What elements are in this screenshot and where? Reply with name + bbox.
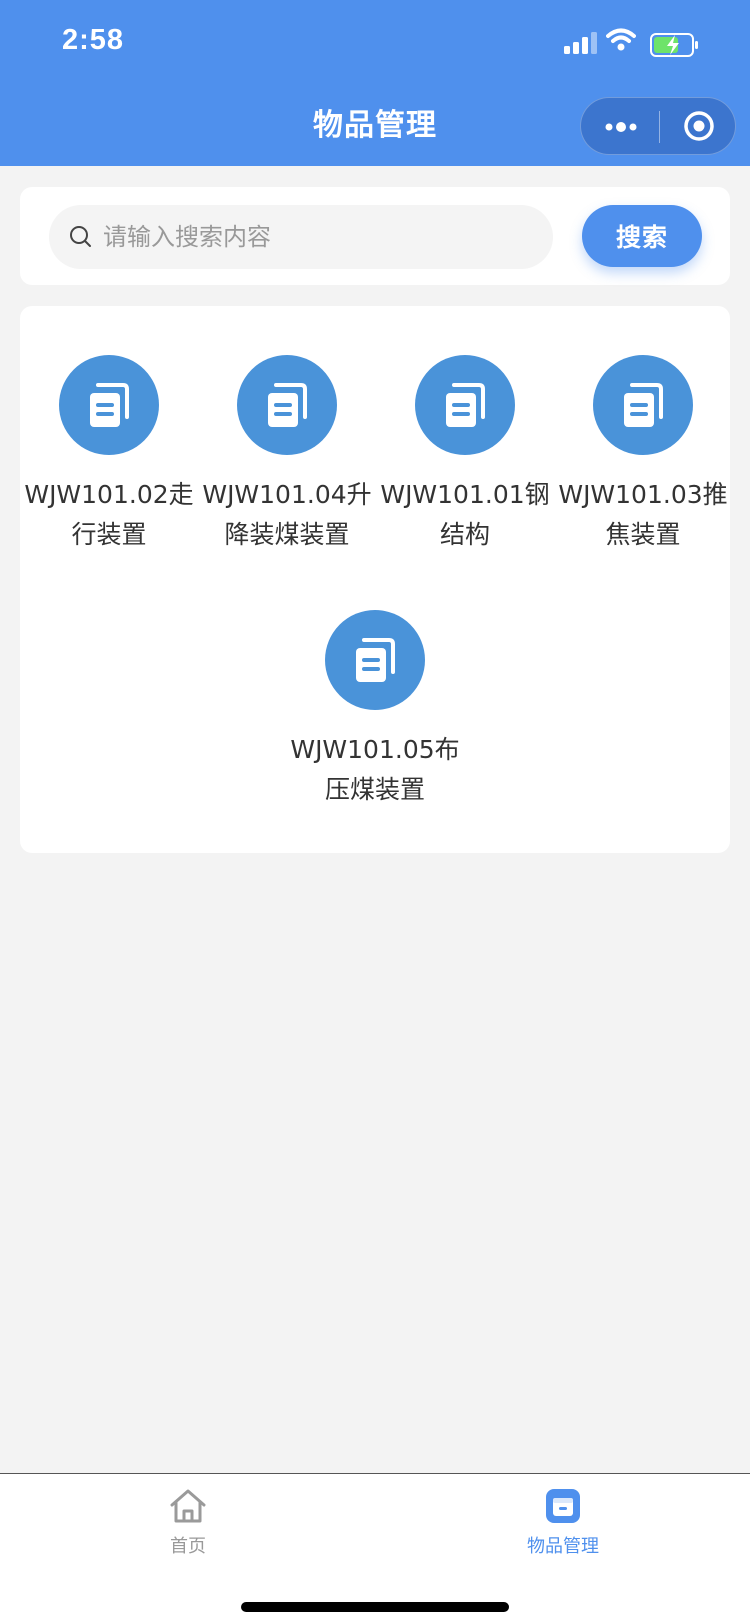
document-icon (325, 610, 425, 710)
item-tile[interactable]: WJW101.03推焦装置 (554, 355, 732, 555)
search-box (49, 205, 553, 269)
item-label: WJW101.02走行装置 (24, 480, 194, 549)
tab-goods-management[interactable]: 物品管理 (483, 1486, 643, 1558)
home-icon (170, 1489, 206, 1523)
items-grid: WJW101.02走行装置 WJW101.04升降装煤装置 WJW101.01钢… (20, 306, 730, 853)
wifi-icon (606, 28, 636, 51)
document-icon (415, 355, 515, 455)
document-icon (237, 355, 337, 455)
item-tile[interactable]: WJW101.04升降装煤装置 (198, 355, 376, 555)
signal-icon (564, 32, 597, 54)
item-label: WJW101.04升降装煤装置 (202, 480, 372, 549)
capsule-divider (659, 111, 660, 143)
item-tile[interactable]: WJW101.02走行装置 (20, 355, 198, 555)
tab-home-label: 首页 (170, 1536, 206, 1557)
battery-charging-icon (650, 33, 698, 57)
item-label: WJW101.01钢结构 (380, 480, 550, 549)
tab-bar: 首页 物品管理 (0, 1473, 750, 1623)
tab-home[interactable]: 首页 (108, 1486, 268, 1558)
status-time: 2:58 (62, 24, 125, 56)
document-icon (59, 355, 159, 455)
tab-goods-label: 物品管理 (527, 1536, 599, 1557)
search-button[interactable]: 搜索 (582, 205, 702, 267)
item-label: WJW101.03推焦装置 (558, 480, 728, 549)
nav-header: 2:58 物品管理 (0, 0, 750, 166)
search-card: 搜索 (20, 187, 730, 285)
item-tile[interactable]: WJW101.01钢结构 (376, 355, 554, 555)
search-input[interactable] (103, 205, 533, 269)
home-indicator (241, 1602, 509, 1612)
search-icon (70, 226, 91, 247)
item-label: WJW101.05布压煤装置 (290, 735, 460, 804)
close-target-icon[interactable] (681, 108, 717, 144)
mini-program-capsule (580, 97, 736, 155)
status-icons (564, 28, 724, 62)
more-icon[interactable] (603, 115, 639, 139)
item-tile[interactable]: WJW101.05布压煤装置 (286, 610, 464, 810)
box-icon (546, 1489, 580, 1523)
document-icon (593, 355, 693, 455)
